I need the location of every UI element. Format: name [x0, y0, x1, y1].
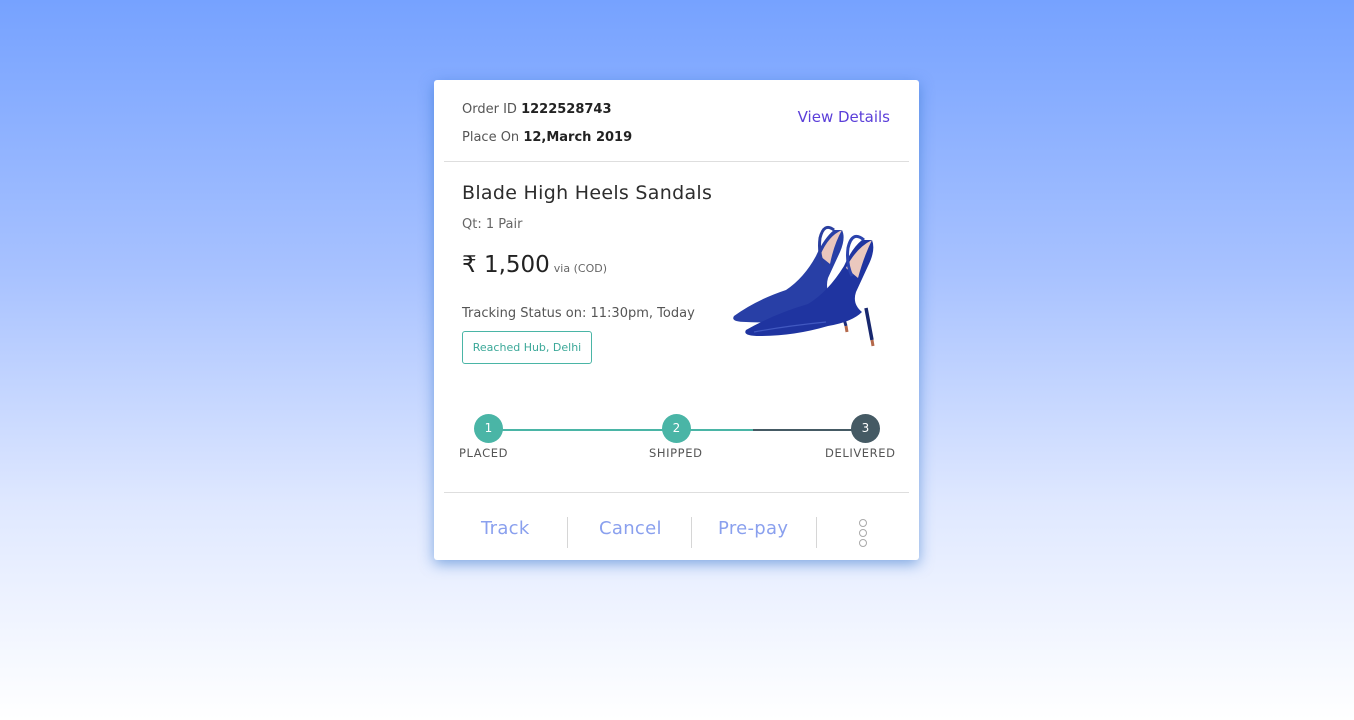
view-details-link[interactable]: View Details — [798, 108, 890, 126]
order-card: Order ID 1222528743 Place On 12,March 20… — [434, 80, 919, 560]
step-placed-label: PLACED — [459, 446, 509, 460]
payment-method: via (COD) — [553, 262, 607, 275]
step-delivered-label: DELIVERED — [825, 446, 896, 460]
blue-high-heel-shoe-image — [733, 225, 875, 347]
step-placed-marker: 1 — [474, 414, 503, 443]
order-date-label: Place On — [462, 130, 520, 145]
more-vertical-icon[interactable] — [858, 517, 868, 547]
order-id-row: Order ID 1222528743 — [462, 96, 632, 124]
product-price: ₹ 1,500 — [462, 252, 550, 278]
action-separator — [567, 517, 568, 548]
order-id-label: Order ID — [462, 102, 517, 117]
step-shipped-label: SHIPPED — [649, 446, 703, 460]
track-button[interactable]: Track — [481, 518, 530, 539]
action-separator — [691, 517, 692, 548]
divider — [444, 492, 909, 493]
order-id-value: 1222528743 — [521, 102, 612, 117]
order-date-value: 12,March 2019 — [523, 130, 633, 145]
step-delivered-marker: 3 — [851, 414, 880, 443]
product-quantity: Qt: 1 Pair — [462, 217, 523, 232]
cancel-button[interactable]: Cancel — [599, 518, 662, 539]
action-separator — [816, 517, 817, 548]
order-header: Order ID 1222528743 Place On 12,March 20… — [462, 96, 632, 152]
divider — [444, 161, 909, 162]
progress-line-pending — [753, 429, 866, 431]
progress-line-complete — [488, 429, 753, 431]
prepay-button[interactable]: Pre-pay — [718, 518, 788, 539]
order-date-row: Place On 12,March 2019 — [462, 124, 632, 152]
product-price-row: ₹ 1,500 via (COD) — [462, 252, 607, 278]
product-title: Blade High Heels Sandals — [462, 182, 713, 204]
tracking-status: Tracking Status on: 11:30pm, Today — [462, 306, 695, 321]
status-badge: Reached Hub, Delhi — [462, 331, 592, 364]
step-shipped-marker: 2 — [662, 414, 691, 443]
